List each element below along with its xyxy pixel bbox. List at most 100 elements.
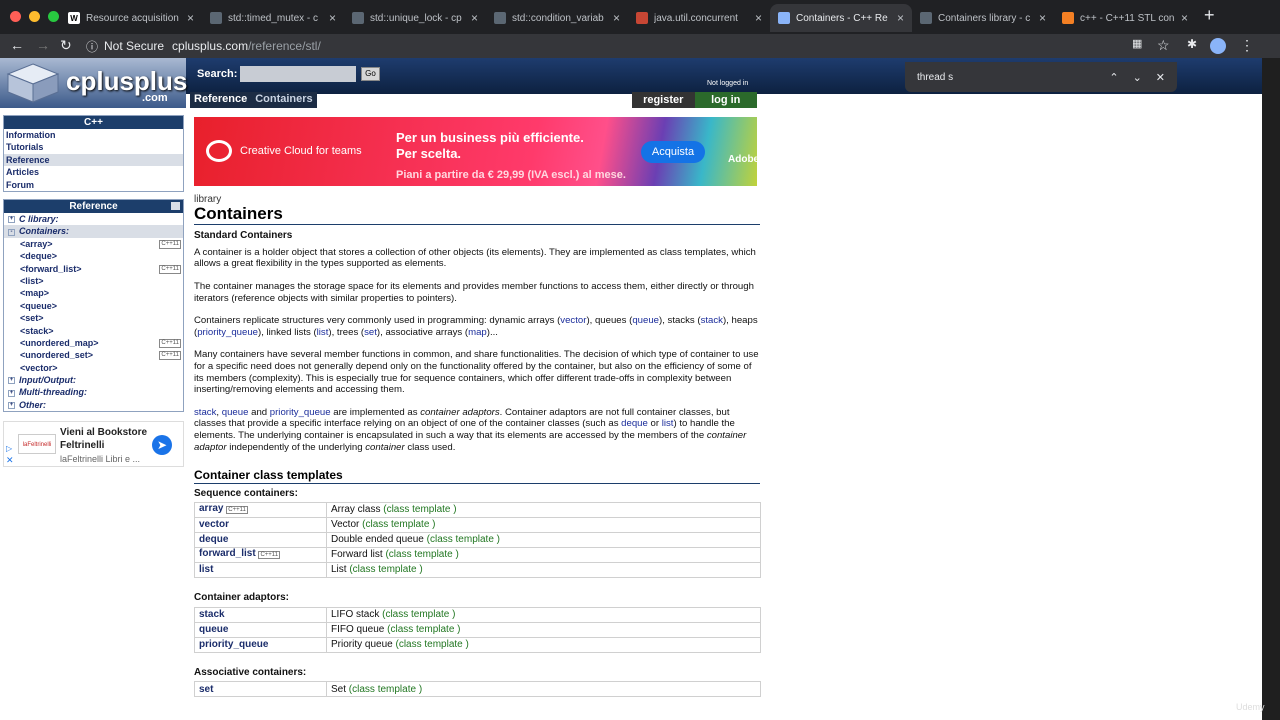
container-name-cell[interactable]: stack — [194, 606, 327, 623]
tree-header-item[interactable]: <unordered_set> C++11 — [4, 349, 183, 361]
page-icon[interactable]: ▦ — [1132, 37, 1142, 50]
back-arrow-icon[interactable]: ← — [10, 37, 24, 53]
ad-arrow-icon[interactable]: ➤ — [152, 435, 172, 455]
container-name-cell[interactable]: queue — [194, 621, 327, 638]
link-set[interactable]: set — [364, 327, 377, 338]
tab-close-icon[interactable]: × — [613, 11, 620, 25]
scrollbar[interactable] — [1262, 58, 1280, 720]
tab-close-icon[interactable]: × — [471, 11, 478, 25]
tree-header-item[interactable]: <list> — [4, 275, 183, 287]
sidebar-item-information[interactable]: Information — [4, 129, 183, 141]
link-priority-queue[interactable]: priority_queue — [197, 327, 258, 338]
collapse-icon[interactable]: - — [8, 228, 15, 236]
register-button[interactable]: register — [632, 92, 695, 108]
crumb-containers[interactable]: Containers — [251, 92, 316, 108]
minimize-window-button[interactable] — [29, 11, 40, 22]
adobe-banner-ad[interactable]: Creative Cloud for teams Per un business… — [194, 117, 759, 186]
login-button[interactable]: log in — [694, 92, 757, 108]
close-window-button[interactable] — [10, 11, 21, 22]
url-bar[interactable]: ⓘ Not Secure cplusplus.com /reference/st… — [86, 37, 1146, 55]
banner-cta-button[interactable]: Acquista — [641, 141, 705, 163]
tree-category[interactable]: - Containers: — [4, 225, 183, 238]
profile-avatar[interactable] — [1210, 38, 1226, 54]
tree-header-item[interactable]: <stack> — [4, 325, 183, 337]
tab-close-icon[interactable]: × — [897, 11, 904, 25]
ad-close-icon[interactable]: ✕ — [6, 455, 14, 466]
sidebar-item-reference[interactable]: Reference — [4, 153, 183, 167]
site-search-input[interactable] — [240, 66, 356, 82]
container-name-cell[interactable]: set — [194, 681, 327, 698]
tab-close-icon[interactable]: × — [187, 11, 194, 25]
sidebar-item-tutorials[interactable]: Tutorials — [4, 141, 183, 153]
tree-header-item[interactable]: <unordered_map> C++11 — [4, 337, 183, 349]
expand-icon[interactable]: + — [8, 389, 15, 397]
container-desc-cell: Array class (class template ) — [326, 502, 761, 519]
browser-tab[interactable]: W Resource acquisition × — [60, 4, 202, 32]
link-stack[interactable]: stack — [701, 315, 723, 326]
extensions-icon[interactable]: ✱ — [1187, 37, 1197, 51]
browser-tab[interactable]: c++ - C++11 STL con × — [1054, 4, 1196, 32]
tree-header-item[interactable]: <vector> — [4, 362, 183, 374]
sidebar-item-forum[interactable]: Forum — [4, 179, 183, 191]
chevron-down-icon[interactable]: ⌄ — [1133, 71, 1142, 84]
link-queue-2[interactable]: queue — [222, 407, 249, 418]
container-name-cell[interactable]: vector — [194, 517, 327, 534]
expand-icon[interactable]: + — [8, 377, 15, 385]
info-icon[interactable]: ⓘ — [86, 38, 98, 55]
forward-arrow-icon[interactable]: → — [36, 37, 50, 53]
find-input[interactable]: thread s — [917, 72, 1095, 83]
link-stack-2[interactable]: stack — [194, 407, 216, 418]
tab-close-icon[interactable]: × — [1039, 11, 1046, 25]
sidebar-item-articles[interactable]: Articles — [4, 166, 183, 178]
link-list[interactable]: list — [317, 327, 329, 338]
link-map[interactable]: map — [468, 327, 487, 338]
tree-header-item[interactable]: <array> C++11 — [4, 238, 183, 250]
tab-close-icon[interactable]: × — [755, 11, 762, 25]
crumb-reference[interactable]: Reference — [190, 92, 251, 108]
browser-tab[interactable]: Containers library - c × — [912, 4, 1054, 32]
expand-icon[interactable]: + — [8, 401, 15, 409]
tree-category[interactable]: + C library: — [4, 213, 183, 225]
collapse-icon[interactable] — [171, 202, 180, 210]
tree-category[interactable]: + Input/Output: — [4, 374, 183, 386]
tree-category[interactable]: + Other: — [4, 399, 183, 411]
tab-close-icon[interactable]: × — [329, 11, 336, 25]
not-logged-in-text: Not logged in — [707, 80, 749, 87]
browser-tab-strip: W Resource acquisition × std::timed_mutex -… — [0, 0, 1280, 34]
link-priority-queue-2[interactable]: priority_queue — [270, 407, 331, 418]
expand-icon[interactable]: + — [8, 216, 15, 224]
tree-header-item[interactable]: <set> — [4, 312, 183, 324]
tree-header-item[interactable]: <deque> — [4, 250, 183, 262]
new-tab-button[interactable]: + — [1204, 5, 1215, 26]
chevron-up-icon[interactable]: ⌃ — [1109, 71, 1118, 84]
link-queue[interactable]: queue — [632, 315, 659, 326]
ad-choices-icon[interactable]: ▷ — [6, 444, 12, 453]
go-button[interactable]: Go — [361, 67, 380, 81]
star-icon[interactable]: ☆ — [1157, 37, 1170, 54]
container-name-cell[interactable]: forward_list C++11 — [194, 547, 327, 564]
tree-header-item[interactable]: <queue> — [4, 300, 183, 312]
zoom-window-button[interactable] — [48, 11, 59, 22]
browser-tab[interactable]: std::condition_variab × — [486, 4, 628, 32]
site-logo[interactable]: cplusplus .com — [0, 58, 187, 108]
close-find-icon[interactable]: ✕ — [1156, 71, 1165, 84]
link-list-2[interactable]: list — [662, 418, 674, 429]
container-name-cell[interactable]: deque — [194, 532, 327, 549]
tree-header-item[interactable]: <map> — [4, 287, 183, 299]
tree-header-item[interactable]: <forward_list> C++11 — [4, 263, 183, 275]
sidebar-ad[interactable]: ▷ ✕ laFeltrinelli Vieni al Bookstore Fel… — [3, 421, 184, 467]
browser-tab[interactable]: std::unique_lock - cp × — [344, 4, 486, 32]
link-vector[interactable]: vector — [560, 315, 586, 326]
reload-icon[interactable]: ↻ — [60, 37, 72, 54]
container-name-cell[interactable]: list — [194, 562, 327, 579]
container-name-cell[interactable]: priority_queue — [194, 636, 327, 653]
cpp-menu: C++ Information Tutorials Reference Article… — [3, 115, 184, 192]
browser-tab[interactable]: std::timed_mutex - c × — [202, 4, 344, 32]
browser-tab[interactable]: Containers - C++ Re × — [770, 4, 912, 32]
tab-close-icon[interactable]: × — [1181, 11, 1188, 25]
container-name-cell[interactable]: array C++11 — [194, 502, 327, 519]
tree-category[interactable]: + Multi-threading: — [4, 386, 183, 398]
menu-icon[interactable]: ⋮ — [1240, 37, 1254, 54]
link-deque[interactable]: deque — [621, 418, 648, 429]
browser-tab[interactable]: java.util.concurrent × — [628, 4, 770, 32]
